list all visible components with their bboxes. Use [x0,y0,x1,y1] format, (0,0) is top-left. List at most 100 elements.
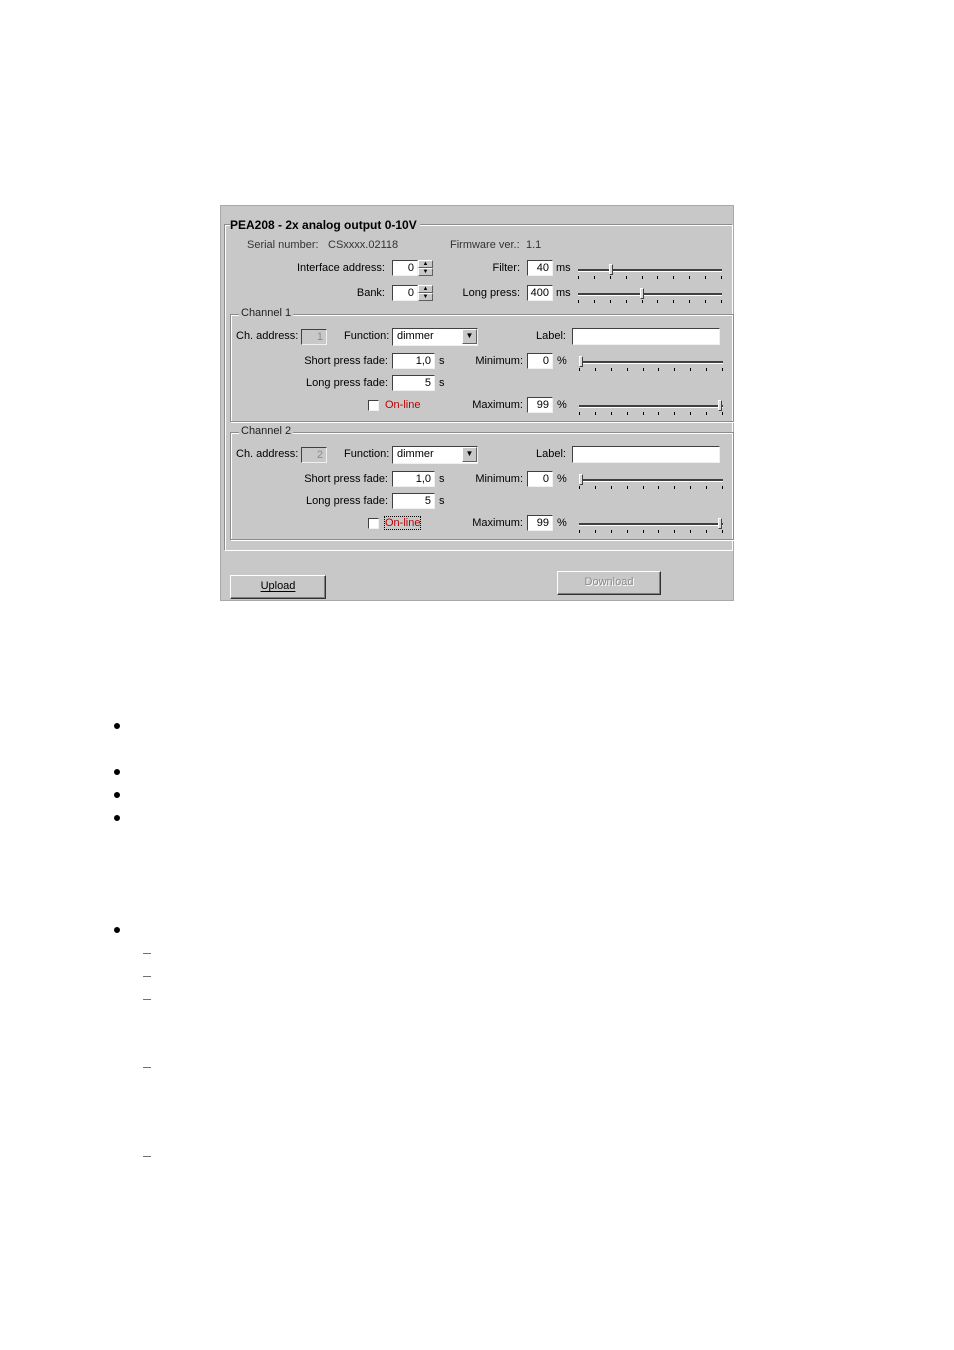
maximum-slider[interactable] [579,518,723,536]
slider-tick [627,412,628,415]
channel-group-title: Channel 1 [239,307,294,319]
slider-tick [657,300,658,303]
list-dash [143,999,151,1000]
list-dash [143,976,151,977]
bank-label: Bank: [356,287,385,299]
slider-track [578,269,722,272]
slider-tick [642,300,643,303]
filter-slider[interactable] [578,264,722,282]
bank-input[interactable]: 0 [392,285,418,301]
slider-thumb[interactable] [579,474,583,485]
online-label[interactable]: On-line [383,516,422,530]
long-press-fade-label: Long press fade: [306,377,388,389]
slider-tick [579,368,580,371]
channel-address-input: 2 [301,447,327,463]
function-select[interactable]: dimmer ▼ [392,446,478,464]
slider-tick [673,276,674,279]
minimum-label: Minimum: [475,473,523,485]
slider-tick [611,412,612,415]
upload-button[interactable]: Upload [230,575,326,599]
minimum-input[interactable]: 0 [527,471,553,487]
long-press-unit: ms [556,287,571,299]
online-label[interactable]: On-line [385,399,420,411]
slider-tick [595,530,596,533]
slider-thumb[interactable] [640,288,644,299]
spin-up-icon[interactable]: ▲ [418,260,433,268]
function-label: Function: [344,330,390,342]
maximum-label: Maximum: [472,399,523,411]
interface-address-input[interactable]: 0 [392,260,418,276]
download-button-label: Download [584,576,634,588]
short-press-fade-label: Short press fade: [304,355,388,367]
slider-tick [611,368,612,371]
spin-down-icon[interactable]: ▼ [418,268,433,276]
slider-tick [706,412,707,415]
slider-thumb[interactable] [718,518,722,529]
spin-up-icon[interactable]: ▲ [418,285,433,293]
bank-spinner[interactable]: ▲ ▼ [418,285,433,302]
channel-address-label: Ch. address: [236,448,299,460]
channel-group-title: Channel 2 [239,425,294,437]
maximum-input[interactable]: 99 [527,397,553,413]
download-button[interactable]: Download [557,571,661,595]
list-bullet [114,723,120,729]
slider-tick [673,300,674,303]
slider-tick [595,368,596,371]
label-input[interactable] [572,446,720,463]
chevron-down-icon[interactable]: ▼ [462,447,477,462]
slider-tick [705,300,706,303]
interface-address-spinner[interactable]: ▲ ▼ [418,260,433,277]
long-press-fade-unit: s [439,495,445,507]
slider-tick [658,530,659,533]
slider-tick [658,412,659,415]
label-field-label: Label: [536,330,566,342]
function-select[interactable]: dimmer ▼ [392,328,478,346]
long-press-input[interactable]: 400 [527,285,553,301]
spin-down-icon[interactable]: ▼ [418,293,433,301]
slider-tick [706,486,707,489]
firmware-value: 1.1 [526,239,542,251]
online-checkbox[interactable] [368,400,379,411]
long-press-slider[interactable] [578,288,722,306]
slider-thumb[interactable] [579,356,583,367]
slider-tick [674,530,675,533]
slider-tick [610,276,611,279]
minimum-slider[interactable] [579,474,723,492]
slider-tick [579,412,580,415]
maximum-unit: % [557,399,567,411]
slider-tick [643,530,644,533]
online-checkbox[interactable] [368,518,379,529]
minimum-slider[interactable] [579,356,723,374]
slider-tick [722,368,723,371]
slider-thumb[interactable] [718,400,722,411]
slider-tick [721,300,722,303]
slider-tick [643,486,644,489]
label-field-label: Label: [536,448,566,460]
slider-tick [594,300,595,303]
interface-address-label: Interface address: [296,262,385,274]
list-dash [143,1156,151,1157]
label-input[interactable] [572,328,720,345]
slider-tick [689,276,690,279]
slider-tick [706,530,707,533]
maximum-unit: % [557,517,567,529]
slider-tick [579,486,580,489]
slider-tick [689,300,690,303]
long-press-fade-input[interactable]: 5 [392,375,435,391]
short-press-fade-input[interactable]: 1,0 [392,353,435,369]
short-press-fade-input[interactable]: 1,0 [392,471,435,487]
maximum-input[interactable]: 99 [527,515,553,531]
slider-tick [643,412,644,415]
slider-tick [595,412,596,415]
chevron-down-icon[interactable]: ▼ [462,329,477,344]
long-press-fade-input[interactable]: 5 [392,493,435,509]
short-press-fade-label: Short press fade: [304,473,388,485]
slider-tick [578,276,579,279]
slider-thumb[interactable] [609,264,613,275]
maximum-slider[interactable] [579,400,723,418]
slider-track [579,361,723,364]
slider-track [579,479,723,482]
filter-input[interactable]: 40 [527,260,553,276]
minimum-input[interactable]: 0 [527,353,553,369]
slider-tick [674,368,675,371]
